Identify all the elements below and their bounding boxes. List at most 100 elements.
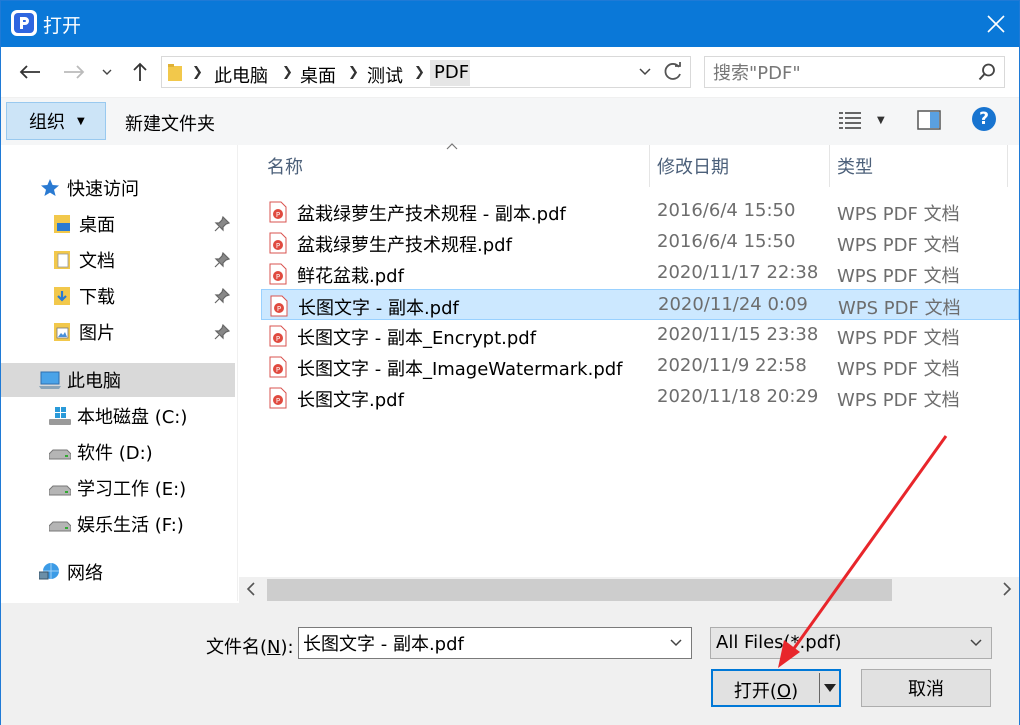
- search-icon[interactable]: [978, 63, 996, 81]
- nav-item-documents[interactable]: 文档: [1, 243, 235, 277]
- nav-drive-d[interactable]: 软件 (D:): [1, 435, 235, 469]
- drive-icon: [49, 441, 71, 463]
- breadcrumb-desktop[interactable]: 桌面: [300, 62, 336, 88]
- file-name: 长图文字 - 副本_ImageWatermark.pdf: [297, 359, 623, 380]
- pin-icon[interactable]: [214, 324, 230, 340]
- column-separator[interactable]: [1007, 145, 1008, 187]
- column-header-name[interactable]: 名称: [267, 145, 647, 187]
- forward-button[interactable]: [61, 59, 87, 85]
- table-row[interactable]: P 长图文字 - 副本_Encrypt.pdf 2020/11/15 23:38…: [261, 320, 1019, 351]
- drive-icon: [49, 513, 71, 535]
- pdf-file-icon: P: [269, 232, 287, 254]
- nav-this-pc[interactable]: 此电脑: [1, 363, 235, 397]
- close-button[interactable]: [973, 1, 1019, 47]
- arrow-left-icon: [19, 65, 40, 79]
- breadcrumb-separator: ❯: [414, 65, 425, 80]
- help-button[interactable]: ?: [972, 107, 996, 131]
- table-row[interactable]: P 盆栽绿萝生产技术规程.pdf 2016/6/4 15:50 WPS PDF …: [261, 227, 1019, 258]
- table-row[interactable]: P 盆栽绿萝生产技术规程 - 副本.pdf 2016/6/4 15:50 WPS…: [261, 196, 1019, 227]
- file-name-combobox[interactable]: [298, 627, 692, 659]
- chevron-down-icon: [102, 69, 112, 75]
- nav-label: 娱乐生活 (F:): [77, 515, 184, 536]
- organize-button[interactable]: 组织 ▼: [6, 102, 106, 140]
- file-type: WPS PDF 文档: [837, 359, 960, 380]
- nav-item-pictures[interactable]: 图片: [1, 315, 235, 349]
- chevron-down-icon[interactable]: [638, 63, 652, 81]
- table-row-selected[interactable]: P 长图文字 - 副本.pdf 2020/11/24 0:09 WPS PDF …: [261, 289, 1019, 320]
- up-button[interactable]: [127, 59, 153, 85]
- file-type: WPS PDF 文档: [837, 266, 960, 287]
- back-button[interactable]: [17, 59, 43, 85]
- pin-icon[interactable]: [214, 252, 230, 268]
- file-name-input[interactable]: [303, 631, 653, 655]
- chevron-down-icon[interactable]: [669, 636, 683, 650]
- column-header-date[interactable]: 修改日期: [657, 145, 827, 187]
- nav-label: 桌面: [79, 215, 115, 236]
- breadcrumb-pdf[interactable]: PDF: [434, 62, 469, 83]
- star-icon: [39, 177, 61, 199]
- refresh-icon[interactable]: [662, 61, 684, 83]
- scrollbar-thumb[interactable]: [267, 579, 892, 601]
- table-row[interactable]: P 长图文字 - 副本_ImageWatermark.pdf 2020/11/9…: [261, 351, 1019, 382]
- chevron-left-icon[interactable]: [245, 581, 257, 597]
- pdf-file-icon: P: [269, 325, 287, 347]
- pdf-file-icon: P: [269, 356, 287, 378]
- nav-item-downloads[interactable]: 下载: [1, 279, 235, 313]
- pdf-file-icon: P: [269, 387, 287, 409]
- computer-icon: [39, 369, 61, 391]
- pin-icon[interactable]: [214, 216, 230, 232]
- cancel-button[interactable]: 取消: [861, 669, 991, 707]
- file-date: 2016/6/4 15:50: [657, 200, 796, 221]
- file-name: 长图文字 - 副本_Encrypt.pdf: [297, 328, 537, 349]
- pictures-folder-icon: [51, 321, 73, 343]
- change-view-button[interactable]: ▼: [839, 110, 885, 130]
- chevron-right-icon[interactable]: [1001, 581, 1013, 597]
- nav-drive-e[interactable]: 学习工作 (E:): [1, 471, 235, 505]
- column-header-type[interactable]: 类型: [837, 145, 1007, 187]
- nav-label: 下载: [79, 287, 115, 308]
- pin-icon[interactable]: [214, 288, 230, 304]
- split-divider: [819, 673, 820, 703]
- search-box[interactable]: [704, 56, 1005, 88]
- caret-down-icon[interactable]: [823, 681, 837, 695]
- breadcrumb-this-pc[interactable]: 此电脑: [214, 62, 268, 88]
- window-title: 打开: [43, 15, 82, 37]
- file-date: 2016/6/4 15:50: [657, 231, 796, 252]
- svg-text:P: P: [276, 211, 280, 219]
- nav-label: 快速访问: [67, 179, 139, 200]
- open-button[interactable]: 打开(O): [713, 677, 819, 703]
- new-folder-button[interactable]: 新建文件夹: [125, 110, 215, 136]
- horizontal-scrollbar[interactable]: [239, 577, 1019, 603]
- open-split-button[interactable]: 打开(O): [711, 669, 841, 707]
- nav-drive-f[interactable]: 娱乐生活 (F:): [1, 507, 235, 541]
- preview-pane-button[interactable]: [917, 110, 941, 134]
- file-name: 长图文字 - 副本.pdf: [298, 298, 459, 319]
- column-separator[interactable]: [649, 145, 650, 187]
- nav-item-desktop[interactable]: 桌面: [1, 207, 235, 241]
- drive-icon: [49, 477, 71, 499]
- nav-label: 图片: [79, 323, 115, 344]
- address-bar[interactable]: ❯ 此电脑 ❯ 桌面 ❯ 测试 ❯ PDF: [161, 56, 691, 88]
- nav-drive-c[interactable]: 本地磁盘 (C:): [1, 399, 235, 433]
- recent-locations-button[interactable]: [97, 59, 117, 85]
- file-date: 2020/11/9 22:58: [657, 355, 807, 376]
- svg-text:P: P: [276, 397, 280, 405]
- nav-label: 软件 (D:): [77, 443, 153, 464]
- access-key: O: [776, 681, 792, 702]
- navigation-row: ❯ 此电脑 ❯ 桌面 ❯ 测试 ❯ PDF: [1, 47, 1019, 97]
- column-separator[interactable]: [829, 145, 830, 187]
- search-input[interactable]: [713, 61, 973, 85]
- table-row[interactable]: P 鲜花盆栽.pdf 2020/11/17 22:38 WPS PDF 文档: [261, 258, 1019, 289]
- file-type-select[interactable]: All Files(*.pdf): [710, 627, 992, 659]
- arrow-up-icon: [133, 62, 147, 81]
- pane-divider[interactable]: [237, 145, 238, 601]
- table-row[interactable]: P 长图文字.pdf 2020/11/18 20:29 WPS PDF 文档: [261, 382, 1019, 413]
- file-type: WPS PDF 文档: [837, 204, 960, 225]
- file-name-label: 文件名(N):: [206, 633, 294, 659]
- label-text: 文件名(: [206, 637, 268, 658]
- column-label: 修改日期: [657, 157, 729, 178]
- nav-quick-access[interactable]: 快速访问: [1, 171, 235, 205]
- nav-network[interactable]: 网络: [1, 555, 235, 589]
- breadcrumb-test[interactable]: 测试: [367, 62, 403, 88]
- wps-pdf-app-icon: [11, 10, 37, 36]
